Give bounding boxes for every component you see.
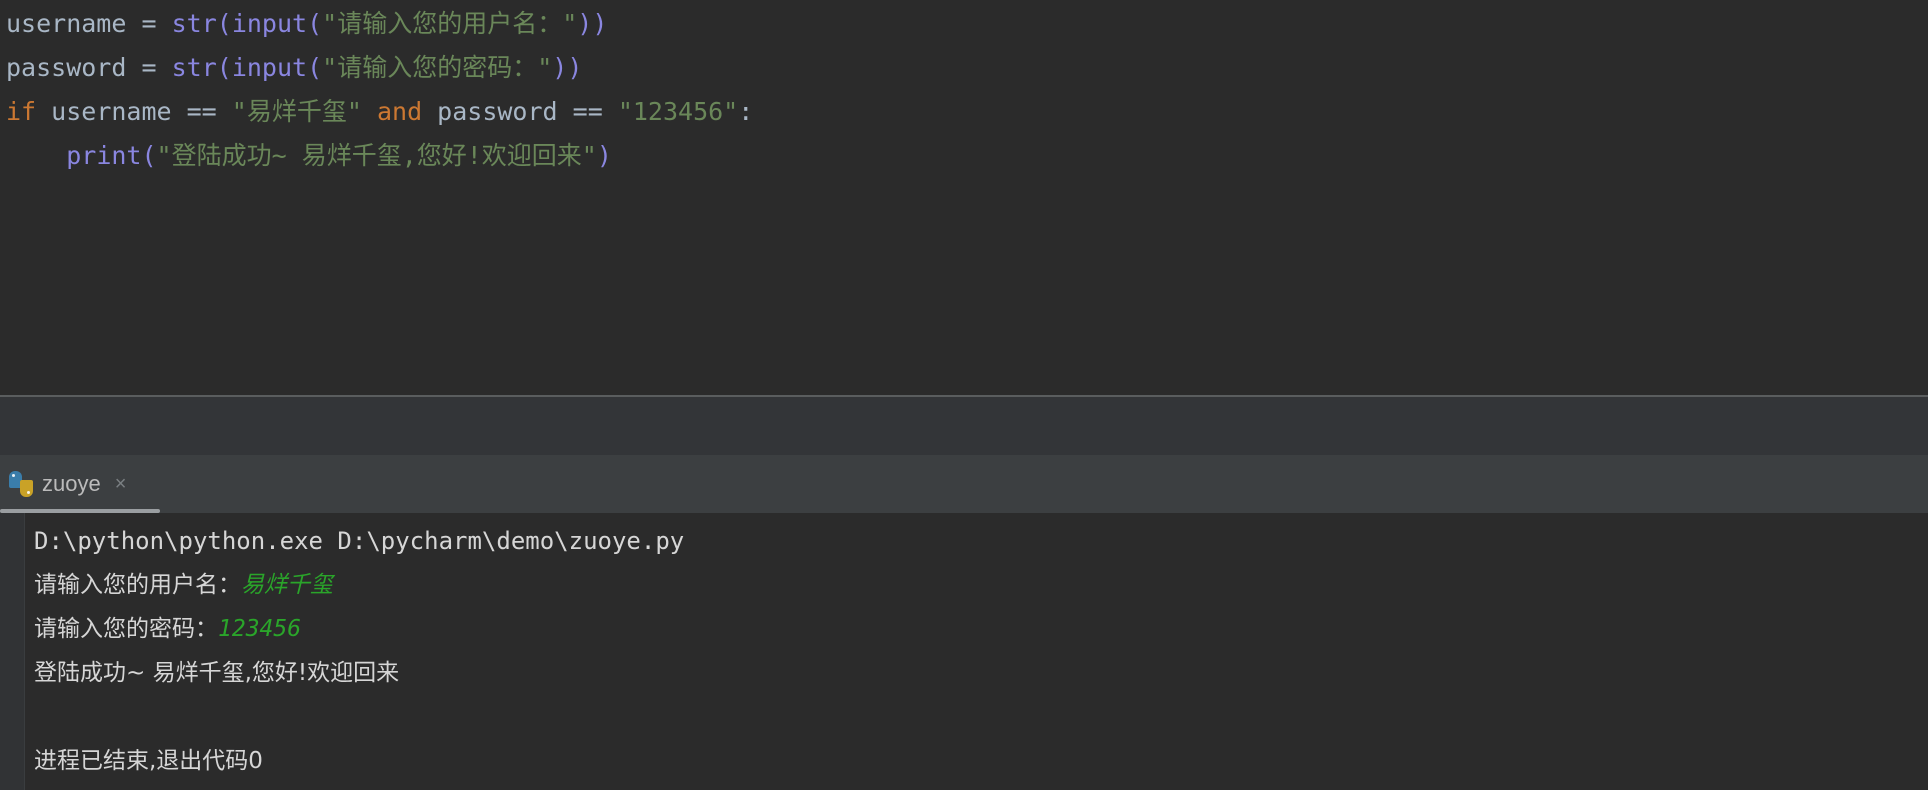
code-token: username <box>6 9 127 38</box>
code-token: "登陆成功~ 易烊千玺,您好!欢迎回来" <box>156 141 597 170</box>
code-token: )) <box>577 9 608 38</box>
code-token: and <box>376 97 423 126</box>
code-token: str <box>171 53 217 82</box>
code-token: password <box>422 97 573 126</box>
python-file-icon <box>8 471 34 497</box>
console-command-text: D:\python\python.exe D:\pycharm\demo\zuo… <box>34 527 685 555</box>
run-toolwindow-tabbar: zuoye × <box>0 455 1928 513</box>
code-token: username <box>36 97 187 126</box>
console-prompt-text: 请输入您的密码： <box>34 616 218 642</box>
console-line: D:\python\python.exe D:\pycharm\demo\zuo… <box>34 519 1928 563</box>
close-icon[interactable]: × <box>115 474 127 494</box>
code-editor-empty-area[interactable] <box>0 196 1928 395</box>
tab-label: zuoye <box>42 471 101 496</box>
code-line[interactable]: print("登陆成功~ 易烊千玺,您好!欢迎回来") <box>0 134 1928 178</box>
code-token: ( <box>141 141 157 170</box>
console-output-text: 进程已结束,退出代码0 <box>34 748 263 774</box>
console-line: 请输入您的密码：123456 <box>34 607 1928 651</box>
code-token: input <box>231 53 308 82</box>
code-token: == <box>572 97 603 126</box>
code-line[interactable]: password = str(input("请输入您的密码：")) <box>0 46 1928 90</box>
code-token: == <box>186 97 217 126</box>
code-token: ( <box>216 9 232 38</box>
code-token: if <box>6 97 37 126</box>
code-token: print <box>66 141 142 170</box>
code-token: = <box>141 53 157 82</box>
code-token: ( <box>216 53 232 82</box>
code-token: )) <box>552 53 583 82</box>
run-console[interactable]: D:\python\python.exe D:\pycharm\demo\zuo… <box>0 513 1928 790</box>
code-token: ( <box>307 53 323 82</box>
tab-zuoye[interactable]: zuoye × <box>0 455 160 513</box>
console-line: 登陆成功~ 易烊千玺,您好!欢迎回来 <box>34 651 1928 695</box>
console-output[interactable]: D:\python\python.exe D:\pycharm\demo\zuo… <box>26 513 1928 790</box>
code-token: str <box>171 9 217 38</box>
code-token: input <box>231 9 308 38</box>
run-toolwindow-header <box>0 397 1928 455</box>
code-token: ( <box>307 9 323 38</box>
code-token: = <box>141 9 157 38</box>
code-token: "请输入您的用户名：" <box>322 9 578 38</box>
console-user-input-echo: 易烊千玺 <box>241 572 333 598</box>
console-prompt-text: 请输入您的用户名： <box>34 572 241 598</box>
console-gutter <box>0 513 25 790</box>
code-token: "请输入您的密码：" <box>322 53 553 82</box>
console-line: 请输入您的用户名：易烊千玺 <box>34 563 1928 607</box>
console-output-text: 登陆成功~ 易烊千玺,您好!欢迎回来 <box>34 660 400 686</box>
code-line[interactable]: username = str(input("请输入您的用户名：")) <box>0 2 1928 46</box>
code-token: password <box>6 53 127 82</box>
console-user-input-echo: 123456 <box>218 616 302 642</box>
code-editor[interactable]: username = str(input("请输入您的用户名：")) passwo… <box>0 0 1928 196</box>
code-line[interactable]: if username == "易烊千玺" and password == "1… <box>0 90 1928 134</box>
code-token: ) <box>596 141 612 170</box>
code-token: "123456" <box>617 97 739 126</box>
code-token: "易烊千玺" <box>231 97 362 126</box>
console-line: 进程已结束,退出代码0 <box>34 739 1928 783</box>
code-token: : <box>738 97 754 126</box>
